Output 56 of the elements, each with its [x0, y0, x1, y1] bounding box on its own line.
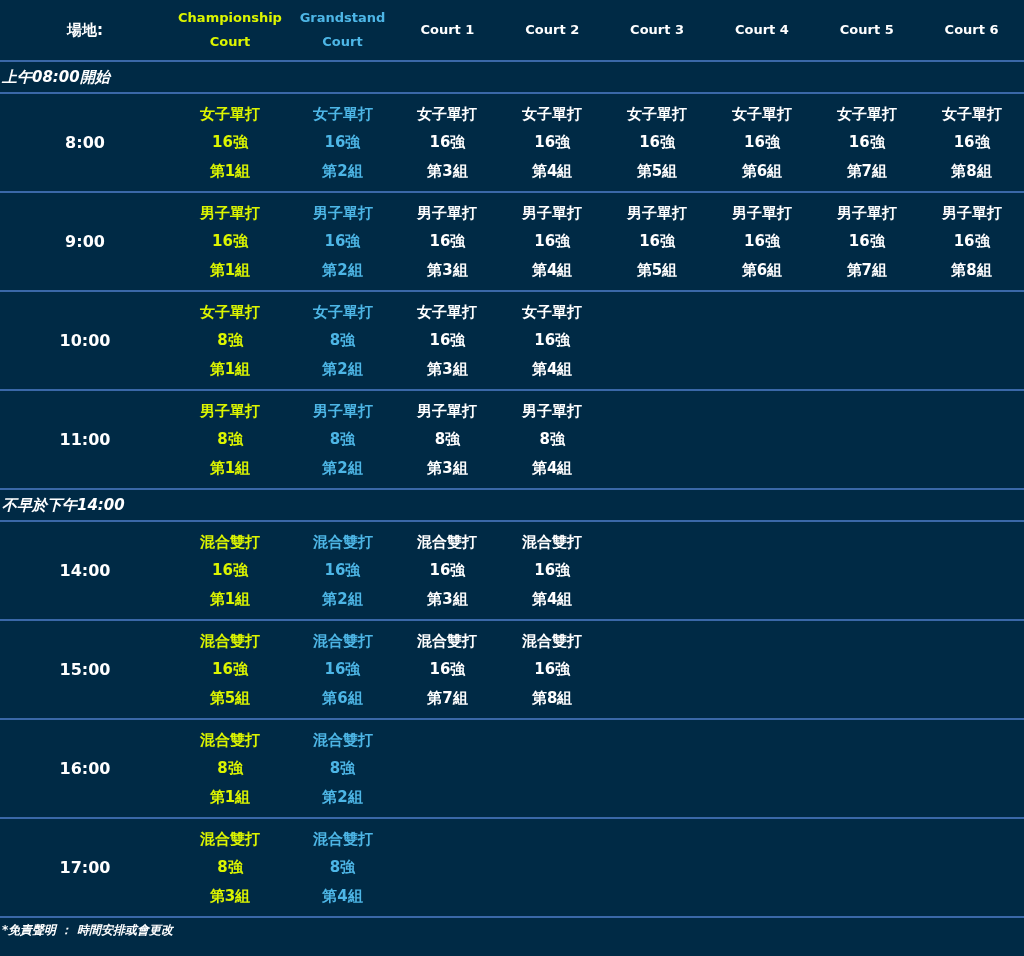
venue-label: 場地: [65, 20, 104, 40]
match-text: 女子單打 16強 第3組 [416, 103, 479, 182]
match-text: 男子單打 8強 第4組 [521, 400, 584, 479]
match-text: 混合雙打 8強 第4組 [311, 828, 374, 907]
time-label: 17:00 [58, 858, 112, 877]
match-text: 混合雙打 16強 第4組 [521, 531, 584, 610]
match-text: 混合雙打 16強 第2組 [311, 531, 374, 610]
court-header: Grandstand Court [298, 9, 387, 51]
match-text: 女子單打 8強 第1組 [199, 301, 261, 380]
match-text: 男子單打 16強 第5組 [626, 202, 689, 281]
time-label: 8:00 [64, 133, 106, 152]
match-text: 男子單打 16強 第1組 [199, 202, 261, 281]
match-text: 女子單打 16強 第4組 [521, 301, 584, 380]
match-text: 女子單打 16強 第3組 [416, 301, 479, 380]
court-header: Court 5 [838, 21, 895, 39]
match-text: 混合雙打 8強 第2組 [311, 729, 374, 808]
match-text: 女子單打 8強 第2組 [311, 301, 374, 380]
session-heading: 上午08:00開始 [1, 67, 110, 87]
match-text: 混合雙打 8強 第1組 [199, 729, 261, 808]
court-header: Court 1 [419, 21, 476, 39]
match-text: 男子單打 16強 第7組 [835, 202, 898, 281]
match-text: 女子單打 16強 第7組 [835, 103, 898, 182]
match-text: 混合雙打 16強 第6組 [311, 630, 374, 709]
match-text: 男子單打 8強 第1組 [199, 400, 261, 479]
court-header: Championship Court [177, 9, 283, 51]
time-label: 11:00 [58, 430, 112, 449]
court-header: Court 6 [943, 21, 1000, 39]
match-text: 混合雙打 8強 第3組 [199, 828, 261, 907]
match-text: 男子單打 16強 第6組 [730, 202, 793, 281]
match-text: 混合雙打 16強 第7組 [416, 630, 479, 709]
court-header: Court 4 [733, 21, 790, 39]
disclaimer-text: *免責聲明 ： 時間安排或會更改 [1, 921, 173, 939]
time-label: 10:00 [58, 331, 112, 350]
match-text: 混合雙打 16強 第1組 [199, 531, 261, 610]
match-text: 女子單打 16強 第6組 [730, 103, 793, 182]
match-text: 男子單打 8強 第2組 [311, 400, 374, 479]
match-text: 男子單打 16強 第8組 [940, 202, 1003, 281]
match-text: 混合雙打 16強 第8組 [521, 630, 584, 709]
match-text: 男子單打 8強 第3組 [416, 400, 479, 479]
session-heading: 不早於下午14:00 [1, 495, 125, 515]
court-header: Court 3 [629, 21, 686, 39]
court-header: Court 2 [524, 21, 581, 39]
match-text: 混合雙打 16強 第3組 [416, 531, 479, 610]
time-label: 15:00 [58, 660, 112, 679]
match-text: 女子單打 16強 第2組 [311, 103, 374, 182]
match-text: 女子單打 16強 第1組 [199, 103, 261, 182]
time-label: 14:00 [58, 561, 112, 580]
time-label: 16:00 [58, 759, 112, 778]
match-text: 男子單打 16強 第4組 [521, 202, 584, 281]
match-text: 女子單打 16強 第5組 [626, 103, 689, 182]
match-text: 男子單打 16強 第3組 [416, 202, 479, 281]
match-text: 女子單打 16強 第4組 [521, 103, 584, 182]
match-text: 男子單打 16強 第2組 [311, 202, 374, 281]
time-label: 9:00 [64, 232, 106, 251]
match-text: 混合雙打 16強 第5組 [199, 630, 261, 709]
match-text: 女子單打 16強 第8組 [940, 103, 1003, 182]
